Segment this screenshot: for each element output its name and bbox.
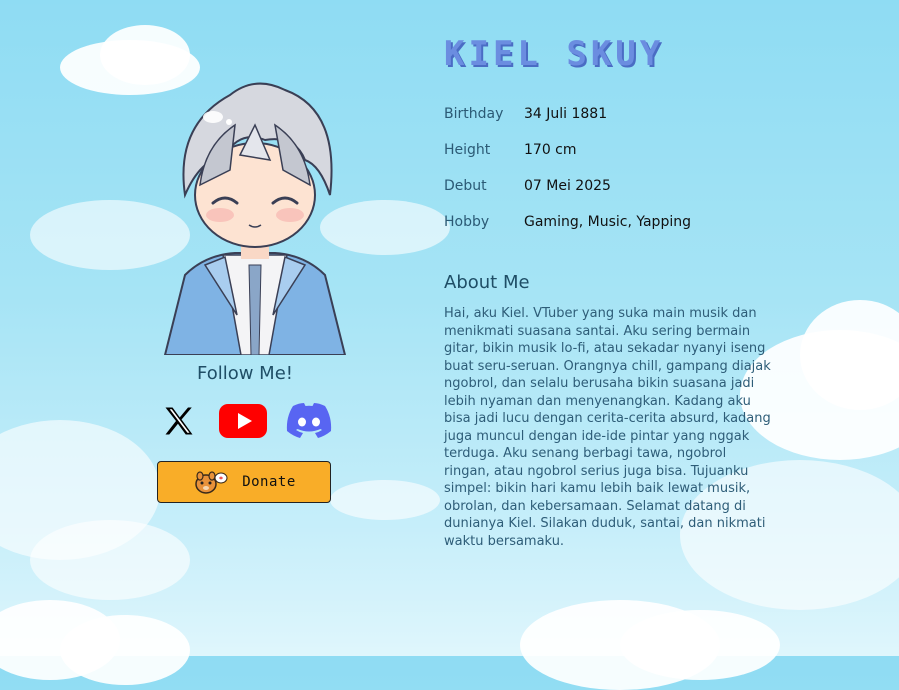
info-label: Hobby <box>444 214 490 230</box>
discord-icon <box>286 403 332 438</box>
youtube-link[interactable] <box>219 400 267 442</box>
info-row-height: Height 170 cm <box>444 132 691 168</box>
info-value: 170 cm <box>524 142 577 158</box>
info-row-birthday: Birthday 34 Juli 1881 <box>444 96 691 132</box>
about-text: Hai, aku Kiel. VTuber yang suka main mus… <box>444 306 771 549</box>
profile-info-list: Birthday 34 Juli 1881 Height 170 cm Debu… <box>444 96 691 240</box>
follow-heading: Follow Me! <box>196 363 293 384</box>
info-row-hobby: Hobby Gaming, Music, Yapping <box>444 204 691 240</box>
x-link[interactable] <box>155 400 203 442</box>
donate-label: Donate <box>242 474 296 490</box>
donate-button[interactable]: Donate <box>157 461 331 503</box>
profile-name: KIEL SKUY <box>444 34 665 74</box>
avatar-illustration <box>163 82 347 355</box>
info-label: Debut <box>444 178 487 194</box>
info-value: 34 Juli 1881 <box>524 106 608 122</box>
info-label: Birthday <box>444 106 504 122</box>
info-row-debut: Debut 07 Mei 2025 <box>444 168 691 204</box>
discord-link[interactable] <box>285 400 333 442</box>
info-label: Height <box>444 142 491 158</box>
youtube-icon <box>219 404 267 438</box>
kofi-mascot-icon <box>195 471 228 494</box>
info-value: Gaming, Music, Yapping <box>524 214 691 230</box>
info-value: 07 Mei 2025 <box>524 178 611 194</box>
x-icon <box>165 407 193 435</box>
about-heading: About Me <box>444 272 530 293</box>
